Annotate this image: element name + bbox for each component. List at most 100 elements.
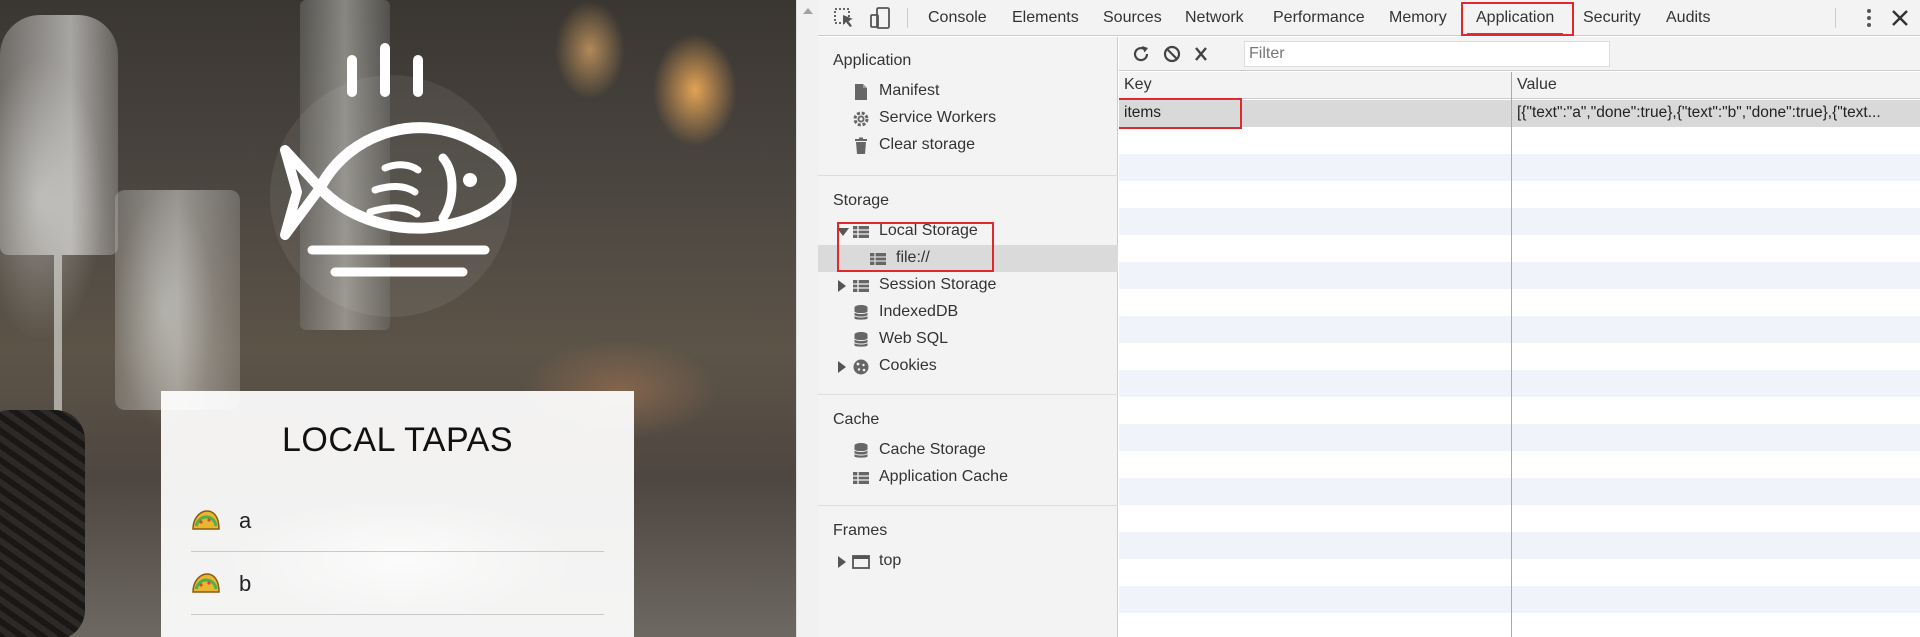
toolbar-separator (907, 8, 908, 28)
sidebar-item-label: top (879, 552, 902, 569)
tab-elements[interactable]: Elements (1012, 0, 1079, 36)
sidebar-item-label: Application Cache (879, 468, 1008, 485)
sidebar-item-label: Service Workers (879, 109, 997, 126)
wine-glass-photo (0, 15, 118, 255)
database-icon (854, 443, 868, 458)
database-icon (854, 332, 868, 347)
tab-audits[interactable]: Audits (1666, 0, 1710, 36)
column-divider[interactable] (1511, 72, 1512, 637)
table-grid-icon (853, 472, 869, 484)
cell-value[interactable]: [{"text":"a","done":true},{"text":"b","d… (1517, 104, 1915, 122)
table-grid-icon (853, 280, 869, 292)
sidebar-item-application-cache[interactable]: Application Cache (818, 464, 1118, 491)
sidebar-item-cache-storage[interactable]: Cache Storage (818, 437, 1118, 464)
trash-icon (855, 137, 867, 154)
table-row[interactable] (1119, 343, 1920, 370)
table-row[interactable] (1119, 289, 1920, 316)
inspect-element-icon[interactable] (833, 7, 857, 29)
table-row[interactable] (1119, 451, 1920, 478)
tab-sources[interactable]: Sources (1103, 0, 1162, 36)
section-title-storage: Storage (833, 192, 890, 209)
sidebar-item-cookies[interactable]: Cookies (818, 353, 1118, 380)
table-row[interactable] (1119, 397, 1920, 424)
toolbar-separator (1835, 8, 1836, 28)
device-toolbar-icon[interactable] (869, 7, 893, 29)
tapa-item[interactable]: a (191, 490, 604, 552)
table-row[interactable] (1119, 370, 1920, 397)
clear-all-icon[interactable] (1160, 43, 1184, 65)
section-title-frames: Frames (833, 522, 888, 539)
table-row[interactable] (1119, 127, 1920, 154)
storage-viewer: Key Value items [{"text":"a","done":true… (1119, 37, 1920, 637)
table-row[interactable] (1119, 235, 1920, 262)
highlight-box-items-key (1119, 98, 1242, 129)
sidebar-item-label: Clear storage (879, 136, 976, 153)
app-title: LOCAL TAPAS (282, 421, 513, 459)
expand-arrow-right-icon[interactable] (838, 361, 846, 373)
table-row[interactable] (1119, 559, 1920, 586)
sidebar-item-label: Session Storage (879, 276, 997, 293)
tab-console[interactable]: Console (928, 0, 987, 36)
table-header: Key Value (1119, 72, 1920, 99)
sidebar-item-frame-top[interactable]: top (818, 548, 1118, 575)
cookie-icon (853, 359, 869, 375)
sidebar-item-service-workers[interactable]: Service Workers (818, 105, 1118, 132)
page-scrollbar[interactable] (796, 0, 818, 637)
column-header-value[interactable]: Value (1517, 76, 1557, 94)
table-row[interactable] (1119, 478, 1920, 505)
tab-security[interactable]: Security (1583, 0, 1641, 36)
document-icon (855, 84, 867, 100)
sidebar-item-label: Cookies (879, 357, 937, 374)
table-row[interactable] (1119, 181, 1920, 208)
application-sidebar: Application Manifest Service Workers Cle… (818, 37, 1118, 637)
database-icon (854, 305, 868, 320)
table-row[interactable] (1119, 532, 1920, 559)
scroll-up-arrow-icon[interactable] (803, 8, 813, 14)
table-row[interactable] (1119, 316, 1920, 343)
more-options-icon[interactable] (1857, 7, 1881, 29)
expand-arrow-right-icon[interactable] (838, 280, 846, 292)
frame-window-icon (852, 555, 870, 569)
delete-selected-icon[interactable] (1189, 43, 1213, 65)
sidebar-item-indexeddb[interactable]: IndexedDB (818, 299, 1118, 326)
tapa-label: a (239, 507, 252, 533)
tab-network[interactable]: Network (1185, 0, 1244, 36)
sidebar-item-label: Manifest (879, 82, 940, 99)
table-row[interactable] (1119, 613, 1920, 637)
highlight-box-local-storage (837, 222, 994, 272)
section-title-application: Application (833, 52, 912, 69)
taco-icon (192, 572, 220, 593)
web-page: LOCAL TAPAS a b (0, 0, 796, 637)
section-divider (818, 175, 1118, 176)
refresh-icon[interactable] (1129, 43, 1153, 65)
table-row[interactable] (1119, 262, 1920, 289)
wine-glass-stem-photo (54, 255, 62, 415)
sidebar-item-label: Web SQL (879, 330, 949, 347)
tapas-card: LOCAL TAPAS a b (161, 391, 634, 637)
gear-icon (853, 111, 869, 127)
sidebar-item-clear-storage[interactable]: Clear storage (818, 132, 1118, 159)
fish-plate-logo-icon (280, 43, 517, 277)
filter-input[interactable] (1244, 41, 1610, 67)
table-row[interactable] (1119, 154, 1920, 181)
tab-memory[interactable]: Memory (1389, 0, 1447, 36)
table-row[interactable] (1119, 208, 1920, 235)
expand-arrow-right-icon[interactable] (838, 556, 846, 568)
sidebar-item-session-storage[interactable]: Session Storage (818, 272, 1118, 299)
close-devtools-icon[interactable] (1888, 7, 1912, 29)
bread-basket-photo (0, 410, 85, 637)
devtools-panel: Console Elements Sources Network Perform… (818, 0, 1920, 637)
tapa-item[interactable]: b (191, 553, 604, 615)
tab-performance[interactable]: Performance (1273, 0, 1365, 36)
table-row[interactable] (1119, 586, 1920, 613)
sidebar-item-manifest[interactable]: Manifest (818, 78, 1118, 105)
taco-icon (192, 509, 220, 530)
water-glass-photo (115, 190, 240, 410)
sidebar-item-label: Cache Storage (879, 441, 986, 458)
table-row[interactable] (1119, 424, 1920, 451)
table-row[interactable] (1119, 505, 1920, 532)
column-header-key[interactable]: Key (1124, 76, 1152, 94)
sidebar-item-web-sql[interactable]: Web SQL (818, 326, 1118, 353)
section-title-cache: Cache (833, 411, 880, 428)
storage-table: Key Value items [{"text":"a","done":true… (1119, 72, 1920, 637)
